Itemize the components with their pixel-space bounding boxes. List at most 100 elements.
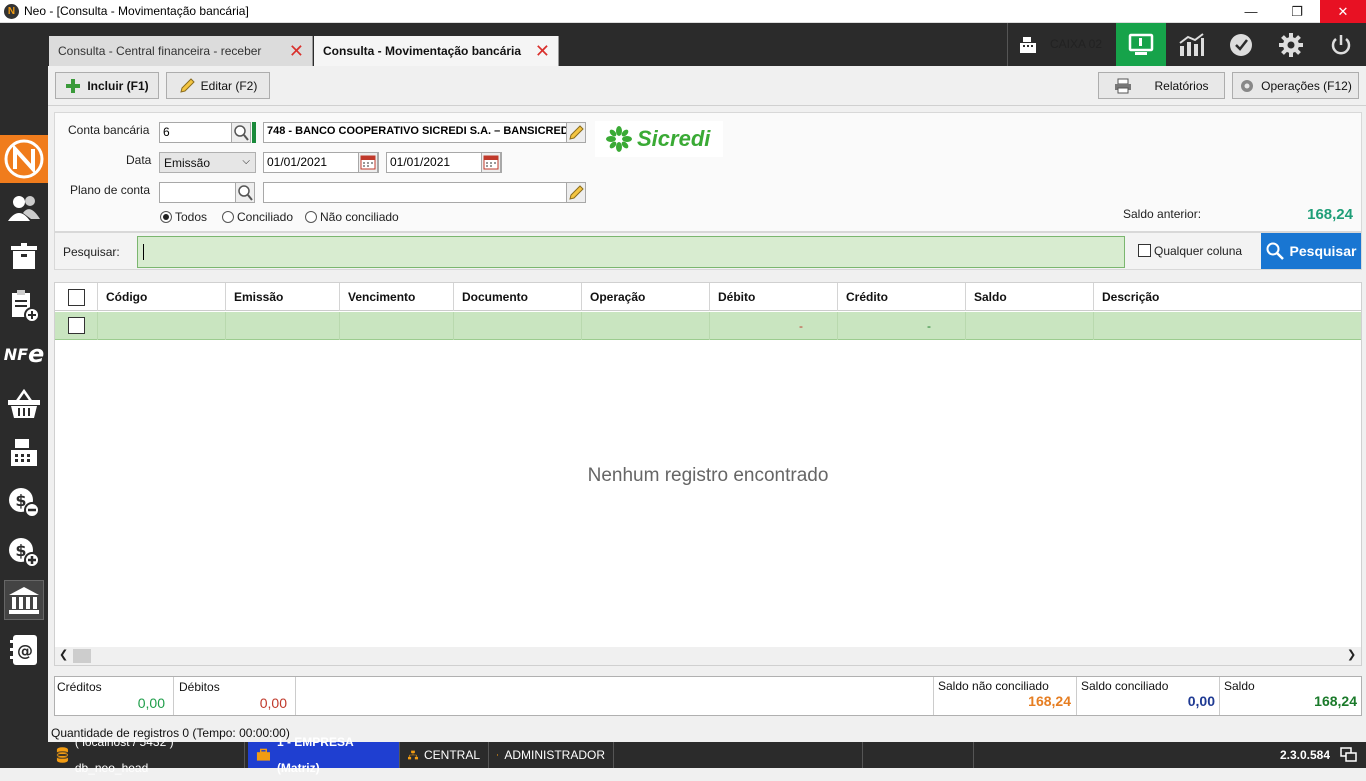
tab-movimentacao-bancaria[interactable]: Consulta - Movimentação bancária ✕ <box>314 36 559 66</box>
cell-credito: - <box>837 312 965 340</box>
table-row[interactable]: - - <box>55 312 1361 340</box>
close-tab-icon[interactable]: ✕ <box>289 36 304 66</box>
cell-vencimento <box>339 312 453 340</box>
divider <box>933 677 934 715</box>
gear-icon[interactable] <box>1266 23 1316 66</box>
search-icon <box>1266 242 1284 260</box>
radio-todos-label: Todos <box>175 210 207 224</box>
search-plano-icon[interactable] <box>235 182 255 203</box>
calendar-fim-icon[interactable] <box>481 152 501 173</box>
cell-debito: - <box>709 312 837 340</box>
select-all-checkbox[interactable] <box>68 289 85 306</box>
tab-central-financeira[interactable]: Consulta - Central financeira - receber … <box>49 36 313 66</box>
divider <box>1076 677 1077 715</box>
col-debito[interactable]: Débito <box>709 283 837 311</box>
database-label: ( localhost / 5432 ) db_neo_head <box>75 729 236 781</box>
printer-icon <box>1114 78 1132 94</box>
toolbar: Incluir (F1) Editar (F2) Relatórios Oper… <box>48 66 1366 106</box>
saldo-conciliado-label: Saldo conciliado <box>1081 679 1168 693</box>
plano-conta-input[interactable] <box>159 182 237 203</box>
debitos-value: 0,00 <box>217 695 287 711</box>
users-icon[interactable] <box>4 188 44 228</box>
close-tab-icon[interactable]: ✕ <box>535 36 550 66</box>
radio-conciliado[interactable] <box>222 211 234 223</box>
col-emissao[interactable]: Emissão <box>225 283 339 311</box>
bank-icon[interactable] <box>4 580 44 620</box>
search-input[interactable] <box>137 236 1125 268</box>
contacts-email-icon[interactable]: @ <box>4 630 44 670</box>
scroll-thumb[interactable] <box>73 649 91 663</box>
saldo-nao-conciliado-value: 168,24 <box>985 693 1071 709</box>
saldo-anterior-value: 168,24 <box>1265 206 1353 223</box>
operacoes-label: Operações (F12) <box>1261 79 1352 93</box>
edit-plano-icon[interactable] <box>566 182 586 203</box>
product-box-icon[interactable] <box>4 236 44 276</box>
col-vencimento[interactable]: Vencimento <box>339 283 453 311</box>
restore-button[interactable]: ❐ <box>1274 0 1320 23</box>
basket-icon[interactable] <box>4 384 44 424</box>
briefcase-icon <box>256 748 271 762</box>
power-icon[interactable] <box>1316 23 1366 66</box>
creditos-label: Créditos <box>57 680 102 694</box>
radio-todos[interactable] <box>160 211 172 223</box>
check-badge-icon[interactable] <box>1216 23 1266 66</box>
calendar-inicio-icon[interactable] <box>358 152 378 173</box>
relatorios-button[interactable]: Relatórios <box>1098 72 1225 99</box>
filter-panel: Conta bancária 6 748 - BANCO COOPERATIVO… <box>54 112 1362 232</box>
search-conta-icon[interactable] <box>231 122 251 143</box>
central-label: CENTRAL <box>424 742 480 768</box>
editar-button[interactable]: Editar (F2) <box>166 72 270 99</box>
money-minus-icon[interactable]: $ <box>4 482 44 522</box>
conta-bancaria-input[interactable]: 6 <box>159 122 237 143</box>
edit-conta-icon[interactable] <box>566 122 586 143</box>
pesquisar-button[interactable]: Pesquisar <box>1261 233 1361 269</box>
col-operacao[interactable]: Operação <box>581 283 709 311</box>
money-plus-icon[interactable]: $ <box>4 532 44 572</box>
top-bar: Consulta - Central financeira - receber … <box>0 23 1366 66</box>
user-indicator: ADMINISTRADOR <box>489 742 614 768</box>
horizontal-scrollbar[interactable]: ❮ ❯ <box>55 647 1361 665</box>
text-cursor <box>143 244 144 260</box>
minimize-button[interactable]: — <box>1228 0 1274 23</box>
col-documento[interactable]: Documento <box>453 283 581 311</box>
bottom-bar: ( localhost / 5432 ) db_neo_head 1 - EMP… <box>0 742 1366 768</box>
data-tipo-select[interactable]: Emissão ⌵ <box>159 152 256 173</box>
empty-panel <box>862 742 974 768</box>
relatorios-label: Relatórios <box>1154 79 1208 93</box>
cell-saldo <box>965 312 1093 340</box>
scroll-right-icon[interactable]: ❯ <box>1347 648 1356 661</box>
scroll-left-icon[interactable]: ❮ <box>59 648 68 661</box>
debitos-label: Débitos <box>179 680 220 694</box>
incluir-label: Incluir (F1) <box>87 79 148 93</box>
qualquer-coluna-checkbox[interactable] <box>1138 244 1151 257</box>
close-window-button[interactable]: ✕ <box>1320 0 1366 23</box>
conta-nome-field: 748 - BANCO COOPERATIVO SICREDI S.A. – B… <box>263 122 571 143</box>
order-add-icon[interactable] <box>4 286 44 326</box>
empresa-label: 1 - EMPRESA (Matriz) <box>277 729 391 781</box>
windows-layout-icon[interactable] <box>1340 747 1358 766</box>
database-icon <box>56 746 69 764</box>
col-descricao[interactable]: Descrição <box>1093 283 1361 311</box>
caixa-indicator[interactable]: CAIXA 02 <box>1007 23 1115 66</box>
nfe-icon[interactable]: NFe <box>4 334 44 374</box>
operacoes-button[interactable]: Operações (F12) <box>1232 72 1359 99</box>
totals-bar: Créditos 0,00 Débitos 0,00 Saldo não con… <box>54 676 1362 716</box>
col-codigo[interactable]: Código <box>97 283 225 311</box>
neo-logo-icon[interactable] <box>0 135 48 183</box>
saldo-nao-conciliado-label: Saldo não conciliado <box>938 679 1049 693</box>
col-credito[interactable]: Crédito <box>837 283 965 311</box>
search-row: Pesquisar: Qualquer coluna Pesquisar <box>54 232 1362 270</box>
monitor-icon[interactable] <box>1116 23 1166 66</box>
sicredi-logo-text: Sicredi <box>637 126 710 152</box>
data-label: Data <box>126 153 151 167</box>
qualquer-coluna-label: Qualquer coluna <box>1154 244 1242 258</box>
incluir-button[interactable]: Incluir (F1) <box>55 72 159 99</box>
radio-nao-conciliado[interactable] <box>305 211 317 223</box>
pos-terminal-icon[interactable] <box>4 432 44 472</box>
status-line: Quantidade de registros 0 (Tempo: 00:00:… <box>48 722 1366 742</box>
empresa-indicator[interactable]: 1 - EMPRESA (Matriz) <box>248 742 400 768</box>
chart-icon[interactable] <box>1166 23 1216 66</box>
col-saldo[interactable]: Saldo <box>965 283 1093 311</box>
row-checkbox[interactable] <box>68 317 85 334</box>
caixa-label: CAIXA 02 <box>1050 23 1102 66</box>
